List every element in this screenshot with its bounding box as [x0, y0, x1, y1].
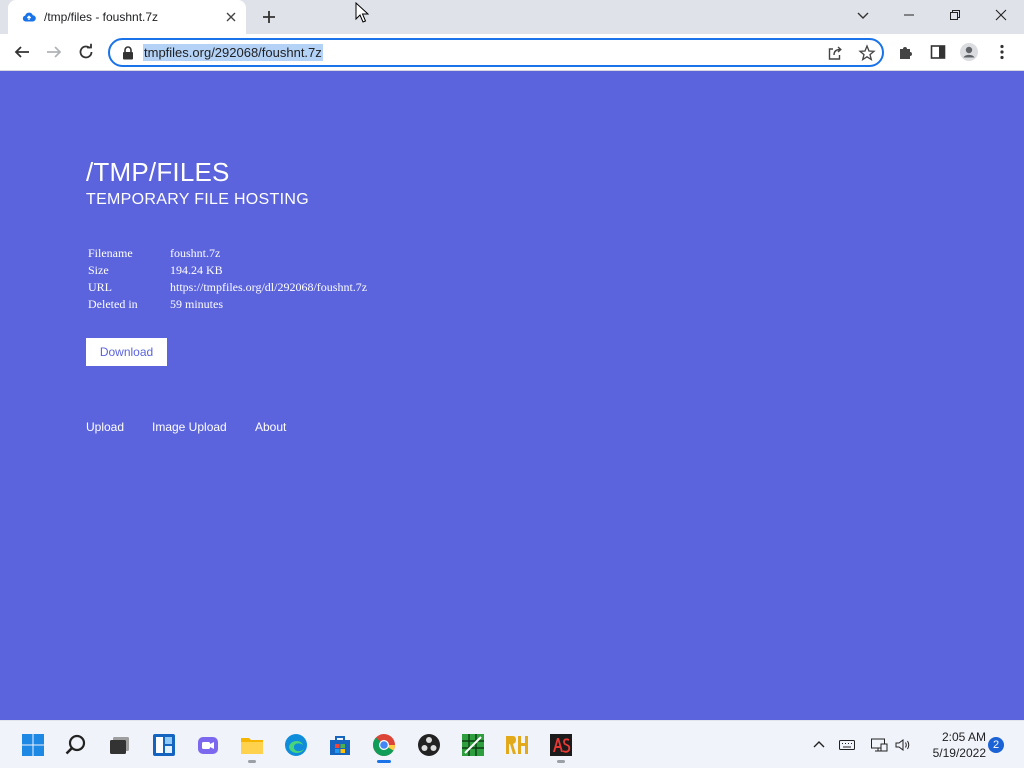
close-window-button[interactable]	[978, 0, 1024, 30]
store-button[interactable]	[328, 733, 352, 757]
as-app-button[interactable]	[549, 733, 573, 757]
active-app-indicator	[377, 760, 391, 763]
minimize-button[interactable]	[886, 0, 932, 30]
folder-icon	[241, 738, 263, 754]
file-info-row: URL https://tmpfiles.org/dl/292068/foush…	[88, 279, 367, 296]
info-label: Deleted in	[88, 297, 138, 311]
chat-camera-icon	[198, 737, 218, 754]
task-view-icon	[110, 737, 129, 754]
page-title: /TMP/FILES	[86, 157, 230, 187]
info-value: 59 minutes	[170, 297, 223, 311]
close-icon	[995, 9, 1007, 21]
back-arrow-icon	[14, 46, 29, 58]
running-indicator	[557, 760, 565, 763]
info-label: Size	[88, 263, 109, 277]
nav-link-upload[interactable]: Upload	[86, 420, 124, 434]
tab-strip: /tmp/files - foushnt.7z	[0, 0, 1024, 34]
back-button[interactable]	[12, 42, 32, 62]
store-bag-icon	[330, 736, 350, 755]
notification-badge[interactable]: 2	[988, 737, 1004, 753]
widgets-icon	[153, 734, 175, 756]
obs-button[interactable]	[417, 733, 441, 757]
browser-toolbar: tmpfiles.org/292068/foushnt.7z	[0, 34, 1024, 71]
forward-button[interactable]	[44, 42, 64, 62]
browser-menu-button[interactable]	[992, 42, 1012, 62]
tab-title: /tmp/files - foushnt.7z	[44, 10, 159, 24]
taskbar: 2:05 AM 5/19/2022 2	[0, 720, 1024, 768]
windows-logo-icon	[22, 734, 44, 756]
clock-date: 5/19/2022	[932, 746, 986, 760]
chrome-button[interactable]	[372, 733, 396, 757]
keyboard-icon[interactable]	[838, 736, 856, 754]
task-view-button[interactable]	[108, 733, 132, 757]
info-value: foushnt.7z	[170, 246, 221, 260]
close-tab-icon[interactable]	[224, 10, 238, 24]
search-button[interactable]	[64, 733, 88, 757]
cloud-upload-icon	[22, 12, 36, 22]
network-icon[interactable]	[870, 736, 888, 754]
teams-chat-button[interactable]	[196, 733, 220, 757]
spreadsheet-app-button[interactable]	[461, 733, 485, 757]
chrome-icon	[373, 734, 395, 756]
forward-arrow-icon	[47, 46, 62, 58]
kebab-menu-icon	[1000, 44, 1004, 60]
file-info-row: Deleted in 59 minutes	[88, 296, 367, 313]
reload-button[interactable]	[76, 42, 96, 62]
reload-icon	[79, 43, 93, 59]
as-logo-icon	[550, 734, 572, 756]
url-text[interactable]: tmpfiles.org/292068/foushnt.7z	[143, 44, 323, 61]
star-bookmark-icon[interactable]	[858, 44, 876, 62]
volume-icon[interactable]	[894, 736, 912, 754]
obs-icon	[418, 734, 440, 756]
new-tab-icon[interactable]	[260, 8, 278, 26]
info-label: Filename	[88, 246, 133, 260]
search-icon	[65, 734, 86, 755]
start-button[interactable]	[21, 733, 45, 757]
browser-tab[interactable]: /tmp/files - foushnt.7z	[8, 0, 246, 34]
nav-link-about[interactable]: About	[255, 420, 286, 434]
share-icon[interactable]	[826, 44, 844, 62]
info-value: 194.24 KB	[170, 263, 223, 277]
widgets-button[interactable]	[152, 733, 176, 757]
download-button[interactable]: Download	[86, 338, 167, 366]
edge-browser-icon	[285, 734, 307, 756]
info-value: https://tmpfiles.org/dl/292068/foushnt.7…	[170, 280, 368, 294]
spreadsheet-icon	[462, 734, 484, 756]
tab-search-chevron-icon[interactable]	[854, 6, 872, 24]
puzzle-icon	[900, 47, 912, 59]
lock-icon[interactable]	[122, 46, 134, 60]
mouse-cursor-icon	[355, 2, 369, 23]
extensions-button[interactable]	[896, 42, 916, 62]
restore-button[interactable]	[932, 0, 978, 30]
side-panel-button[interactable]	[928, 42, 948, 62]
avatar-icon	[960, 43, 978, 61]
system-clock[interactable]: 2:05 AM 5/19/2022	[922, 729, 986, 761]
restore-icon	[950, 10, 960, 20]
profile-button[interactable]	[959, 42, 979, 62]
side-panel-icon	[930, 45, 946, 59]
resource-hacker-button[interactable]	[505, 733, 529, 757]
clock-time: 2:05 AM	[941, 730, 986, 744]
file-info-row: Size 194.24 KB	[88, 262, 367, 279]
edge-button[interactable]	[284, 733, 308, 757]
running-indicator	[248, 760, 256, 763]
file-info-row: Filename foushnt.7z	[88, 245, 367, 262]
info-label: URL	[88, 280, 112, 294]
page-subtitle: TEMPORARY FILE HOSTING	[86, 191, 309, 208]
rh-logo-icon	[506, 736, 528, 754]
file-info-table: Filename foushnt.7z Size 194.24 KB URL h…	[88, 245, 367, 313]
address-bar[interactable]: tmpfiles.org/292068/foushnt.7z	[108, 38, 884, 67]
minimize-icon	[904, 14, 914, 16]
nav-link-image-upload[interactable]: Image Upload	[152, 420, 227, 434]
chevron-up-icon[interactable]	[810, 736, 828, 754]
file-explorer-button[interactable]	[240, 733, 264, 757]
